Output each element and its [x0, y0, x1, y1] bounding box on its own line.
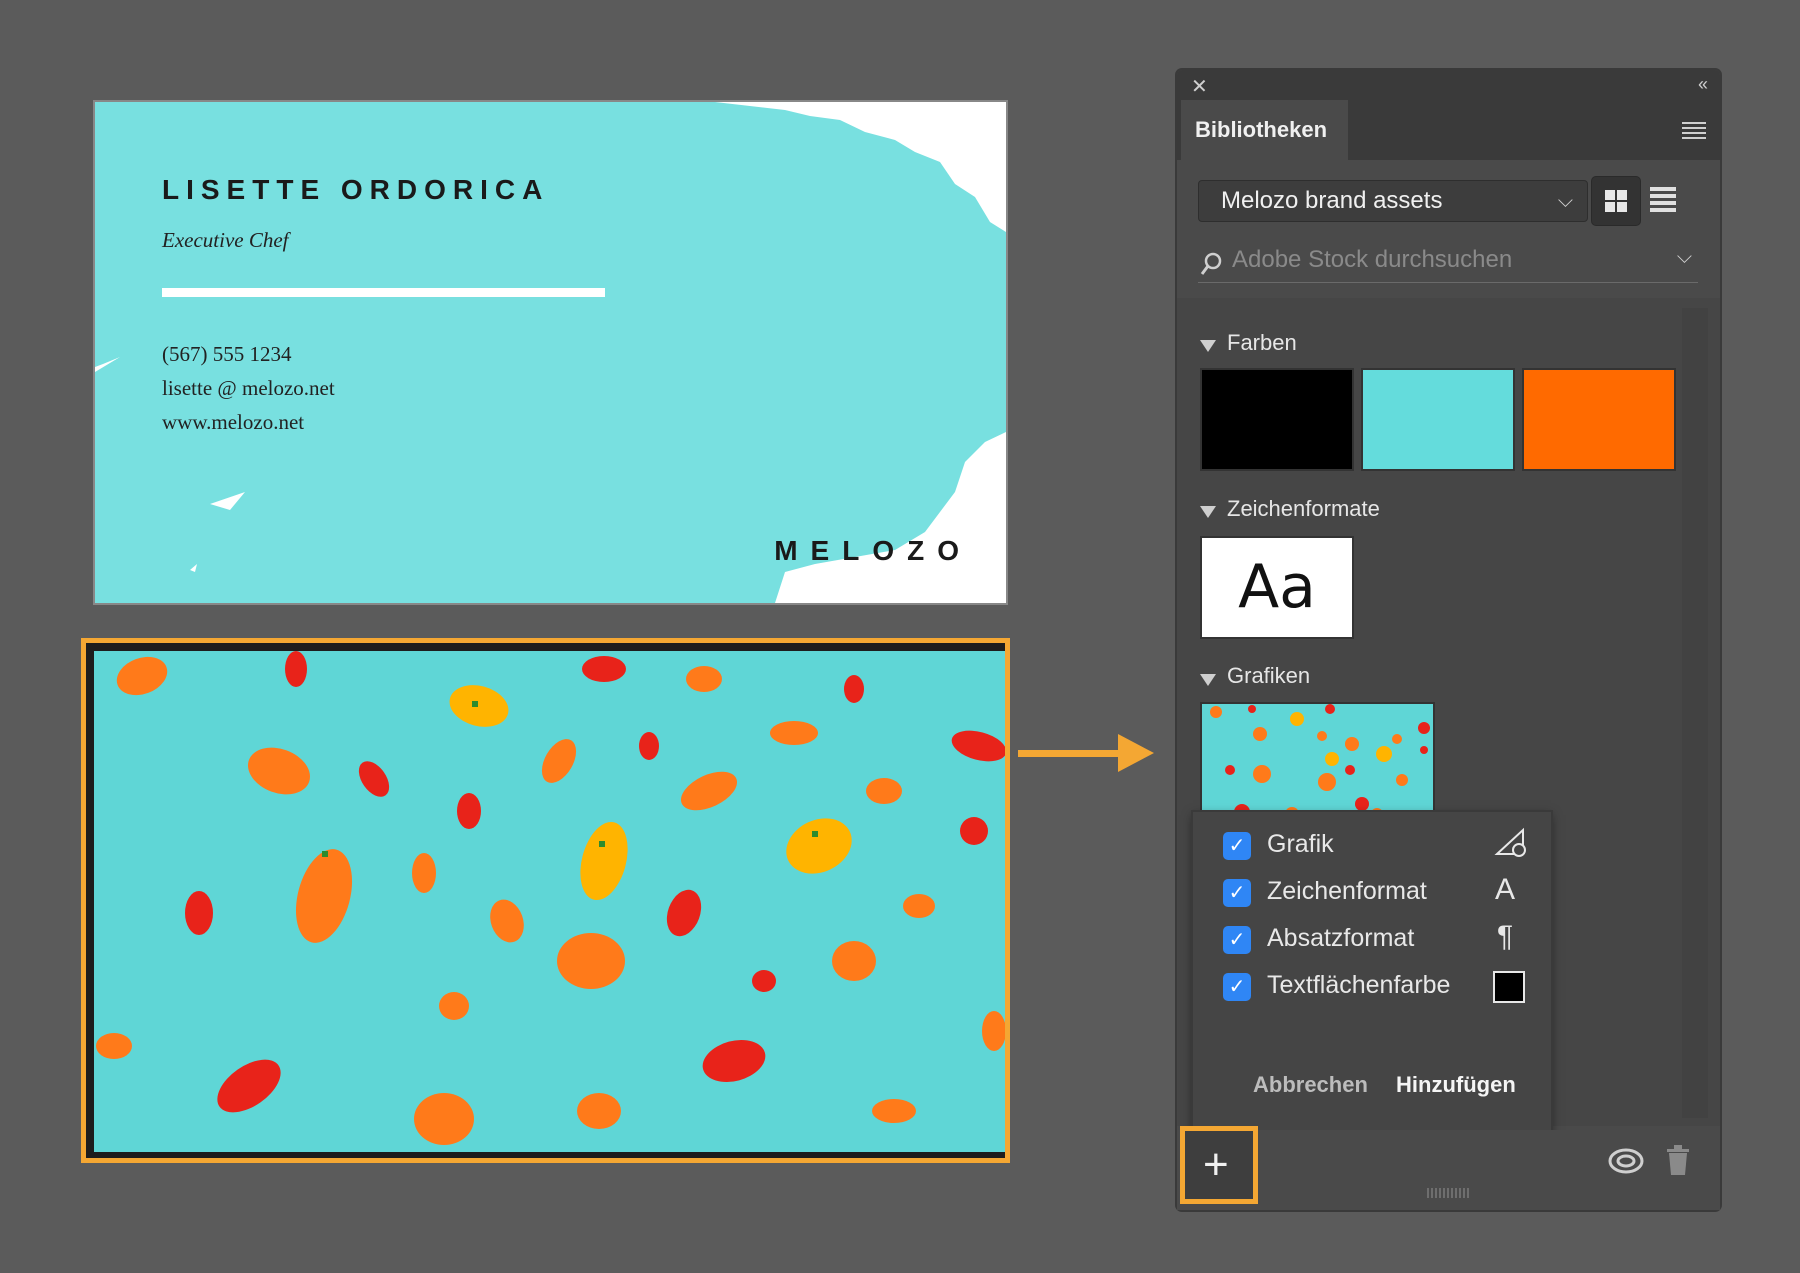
resize-grip[interactable] [1427, 1188, 1471, 1198]
card-role: Executive Chef [162, 228, 289, 252]
section-title-colors[interactable]: Farben [1227, 330, 1297, 356]
tab-bibliotheken[interactable]: Bibliotheken [1181, 100, 1348, 160]
add-content-popup: ✓ Grafik ✓ Zeichenformat A ✓ Absatzforma… [1193, 812, 1551, 1134]
library-select-value: Melozo brand assets [1221, 187, 1443, 214]
card-email: lisette @ melozo.net [162, 376, 335, 400]
scrollbar[interactable] [1682, 308, 1708, 1118]
color-swatch-black[interactable] [1202, 370, 1352, 469]
option-graphic-label: Grafik [1267, 830, 1334, 858]
graphic-icon [1494, 827, 1526, 857]
search-input[interactable]: Adobe Stock durchsuchen [1232, 246, 1512, 274]
close-icon[interactable]: ✕ [1191, 74, 1208, 99]
cancel-button[interactable]: Abbrechen [1253, 1072, 1368, 1098]
panel-titlebar [1177, 70, 1720, 100]
option-paragraph-style-label: Absatzformat [1267, 924, 1415, 952]
list-view-button[interactable] [1650, 187, 1676, 215]
checkbox-graphic[interactable]: ✓ [1223, 832, 1251, 860]
paragraph-style-icon: ¶ [1497, 920, 1514, 953]
character-style-icon: A [1495, 873, 1516, 906]
checkbox-paragraph-style[interactable]: ✓ [1223, 926, 1251, 954]
disclosure-triangle-icon[interactable] [1200, 674, 1216, 686]
card-brand-logo: MELOZO [774, 535, 972, 566]
checkbox-text-fill-color[interactable]: ✓ [1223, 973, 1251, 1001]
libraries-panel: ✕ ‹‹ Bibliotheken Melozo brand assets ⌵ … [1177, 70, 1720, 1210]
option-character-style-label: Zeichenformat [1267, 877, 1427, 905]
card-website: www.melozo.net [162, 410, 305, 434]
pepper-photo[interactable] [94, 651, 1005, 1152]
search-icon [1200, 252, 1222, 275]
section-title-graphics[interactable]: Grafiken [1227, 663, 1310, 689]
color-swatch-teal[interactable] [1363, 370, 1513, 469]
option-graphic[interactable]: ✓ Grafik [1193, 826, 1551, 866]
add-content-button[interactable]: + [1180, 1126, 1258, 1204]
business-card: LISETTE ORDORICA Executive Chef (567) 55… [95, 102, 1006, 603]
section-title-char-styles[interactable]: Zeichenformate [1227, 496, 1380, 522]
stock-search[interactable]: Adobe Stock durchsuchen ⌵ [1198, 242, 1698, 283]
add-button[interactable]: Hinzufügen [1396, 1072, 1516, 1098]
color-swatch-orange[interactable] [1524, 370, 1674, 469]
option-text-fill-color[interactable]: ✓ Textflächenfarbe [1193, 967, 1551, 1007]
grid-view-button[interactable] [1591, 176, 1641, 226]
panel-menu-icon[interactable] [1682, 122, 1706, 142]
option-character-style[interactable]: ✓ Zeichenformat A [1193, 873, 1551, 913]
checkbox-character-style[interactable]: ✓ [1223, 879, 1251, 907]
arrow-right-icon [1018, 734, 1154, 772]
library-select[interactable]: Melozo brand assets ⌵ [1198, 180, 1588, 222]
chevron-down-icon[interactable]: ⌵ [1677, 246, 1692, 269]
plus-icon: + [1203, 1140, 1229, 1189]
graphic-thumbnail[interactable] [1202, 704, 1433, 824]
creative-cloud-icon[interactable] [1607, 1146, 1645, 1176]
char-style-sample[interactable]: Aa [1202, 538, 1352, 637]
option-paragraph-style[interactable]: ✓ Absatzformat ¶ [1193, 920, 1551, 960]
disclosure-triangle-icon[interactable] [1200, 506, 1216, 518]
option-text-fill-color-label: Textflächenfarbe [1267, 971, 1451, 999]
card-divider [162, 288, 605, 297]
peppers-image [96, 651, 1005, 1145]
trash-icon[interactable] [1665, 1144, 1691, 1176]
peppers-thumbnail-image [1210, 704, 1430, 821]
text-fill-color-icon [1493, 971, 1525, 1003]
chevron-down-icon: ⌵ [1557, 190, 1573, 212]
card-phone: (567) 555 1234 [162, 342, 292, 366]
collapse-icon[interactable]: ‹‹ [1698, 74, 1708, 95]
disclosure-triangle-icon[interactable] [1200, 340, 1216, 352]
card-name: LISETTE ORDORICA [162, 174, 550, 205]
